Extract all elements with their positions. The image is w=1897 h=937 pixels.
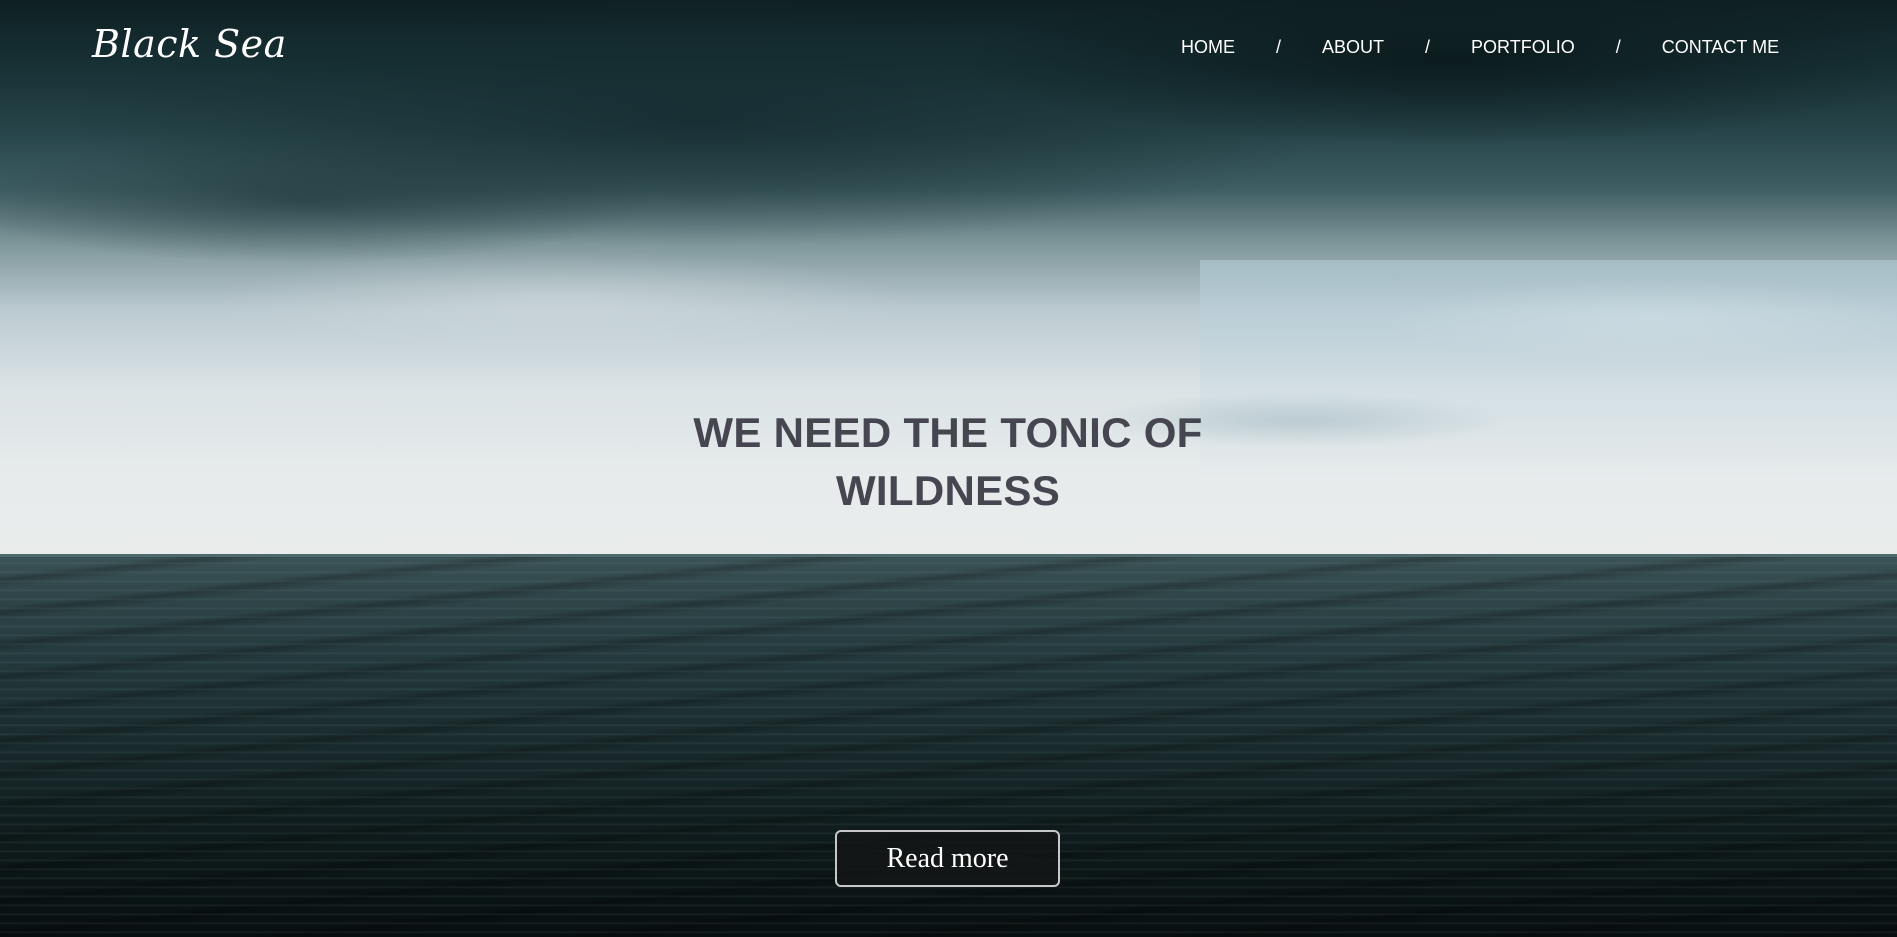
read-more-button[interactable]: Read more [835, 830, 1060, 887]
nav-item-home[interactable]: HOME [1181, 37, 1235, 58]
hero-background-sky-glow [1200, 260, 1897, 480]
site-logo[interactable]: Black Sea [92, 22, 287, 66]
nav-item-about[interactable]: ABOUT [1322, 37, 1384, 58]
hero-section: Black Sea HOME / ABOUT / PORTFOLIO / CON… [0, 0, 1897, 937]
main-nav: HOME / ABOUT / PORTFOLIO / CONTACT ME [1181, 37, 1779, 58]
nav-separator: / [1276, 37, 1282, 57]
hero-headline-line-2: WILDNESS [835, 467, 1061, 514]
nav-item-portfolio[interactable]: PORTFOLIO [1471, 37, 1575, 58]
nav-separator: / [1615, 37, 1621, 57]
hero-headline-line-1: WE NEED THE TONIC OF [693, 409, 1203, 456]
horizon-line [0, 554, 1897, 557]
nav-separator: / [1425, 37, 1431, 57]
hero-headline: WE NEED THE TONIC OF WILDNESS [648, 404, 1248, 520]
nav-item-contact[interactable]: CONTACT ME [1662, 37, 1779, 58]
